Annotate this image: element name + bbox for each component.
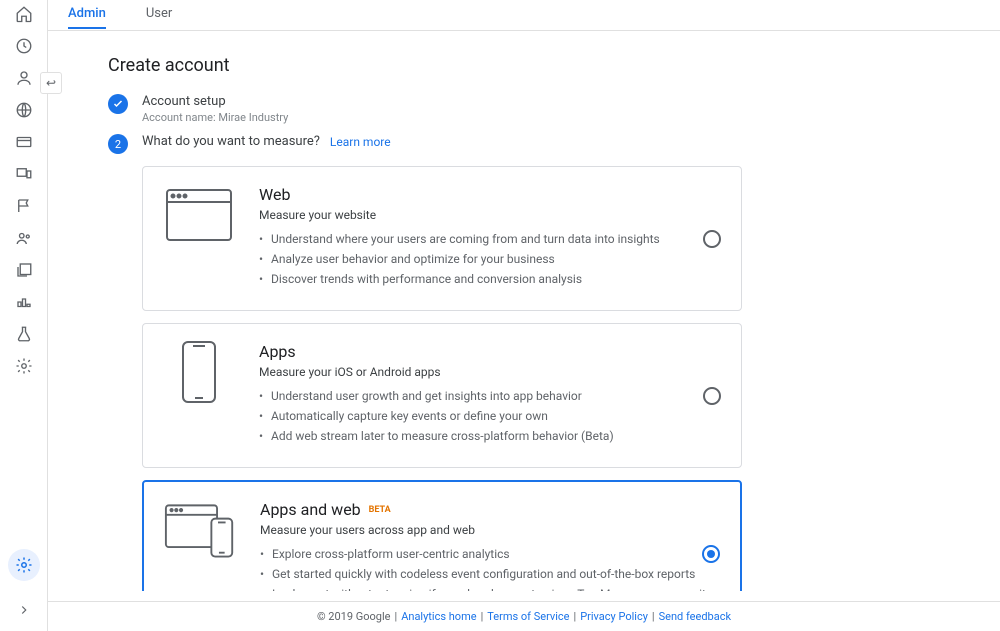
radio-web[interactable]	[703, 230, 721, 248]
radio-apps[interactable]	[703, 387, 721, 405]
option-bullet: Get started quickly with codeless event …	[260, 567, 720, 581]
library-icon[interactable]	[14, 260, 34, 280]
option-bullet: Automatically capture key events or defi…	[259, 409, 721, 423]
option-bullet: Add web stream later to measure cross-pl…	[259, 429, 721, 443]
footer-link-home[interactable]: Analytics home	[401, 610, 476, 623]
option-apps[interactable]: Apps Measure your iOS or Android apps Un…	[142, 323, 742, 468]
option-apps-and-web[interactable]: Apps and webBETA Measure your users acro…	[142, 480, 742, 591]
tab-user[interactable]: User	[146, 6, 172, 29]
left-nav-rail	[0, 0, 48, 631]
browser-icon	[163, 185, 235, 245]
option-bullet: Implement without retagging if you alrea…	[260, 587, 720, 591]
user-icon[interactable]	[14, 68, 34, 88]
footer-copyright: © 2019 Google	[317, 610, 391, 623]
footer-link-feedback[interactable]: Send feedback	[659, 610, 731, 623]
people-icon[interactable]	[14, 228, 34, 248]
beta-badge: BETA	[369, 505, 391, 515]
footer: © 2019 Google | Analytics home | Terms o…	[48, 601, 1000, 631]
radio-appsweb[interactable]	[702, 545, 720, 563]
step2-badge: 2	[108, 134, 128, 154]
option-bullet: Understand user growth and get insights …	[259, 389, 721, 403]
collapse-sidebar-button[interactable]: ↩	[40, 72, 62, 94]
step2-question: What do you want to measure?	[142, 134, 320, 149]
step1-title: Account setup	[142, 94, 288, 109]
page-title: Create account	[108, 55, 980, 76]
option-bullet: Explore cross-platform user-centric anal…	[260, 547, 720, 561]
tab-admin[interactable]: Admin	[68, 6, 106, 29]
card-icon[interactable]	[14, 132, 34, 152]
admin-gear-icon[interactable]	[8, 549, 40, 581]
option-apps-subtitle: Measure your iOS or Android apps	[259, 365, 721, 379]
step-1-row: Account setup Account name: Mirae Indust…	[108, 94, 980, 124]
footer-link-privacy[interactable]: Privacy Policy	[580, 610, 648, 623]
step-2-row: 2 What do you want to measure? Learn mor…	[108, 134, 980, 154]
globe-icon[interactable]	[14, 100, 34, 120]
option-bullet: Discover trends with performance and con…	[259, 272, 721, 286]
attribution-icon[interactable]	[14, 292, 34, 312]
flag-icon[interactable]	[14, 196, 34, 216]
phone-icon	[163, 342, 235, 402]
chevron-right-icon[interactable]	[17, 603, 31, 621]
option-bullet: Understand where your users are coming f…	[259, 232, 721, 246]
divider	[48, 30, 1000, 31]
devices-icon[interactable]	[14, 164, 34, 184]
option-bullet: Analyze user behavior and optimize for y…	[259, 252, 721, 266]
option-web[interactable]: Web Measure your website Understand wher…	[142, 166, 742, 311]
option-web-subtitle: Measure your website	[259, 208, 721, 222]
lab-icon[interactable]	[14, 324, 34, 344]
clock-icon[interactable]	[14, 36, 34, 56]
check-icon	[108, 94, 128, 114]
gear-icon[interactable]	[14, 356, 34, 376]
tab-bar: Admin User	[68, 6, 172, 29]
option-apps-title: Apps	[259, 342, 721, 361]
option-appsweb-subtitle: Measure your users across app and web	[260, 523, 720, 537]
option-web-title: Web	[259, 185, 721, 204]
step1-subtitle: Account name: Mirae Industry	[142, 111, 288, 124]
learn-more-link[interactable]: Learn more	[330, 135, 391, 149]
footer-link-tos[interactable]: Terms of Service	[487, 610, 569, 623]
browser-phone-icon	[164, 500, 236, 560]
home-icon[interactable]	[14, 4, 34, 24]
option-appsweb-title: Apps and webBETA	[260, 500, 720, 519]
